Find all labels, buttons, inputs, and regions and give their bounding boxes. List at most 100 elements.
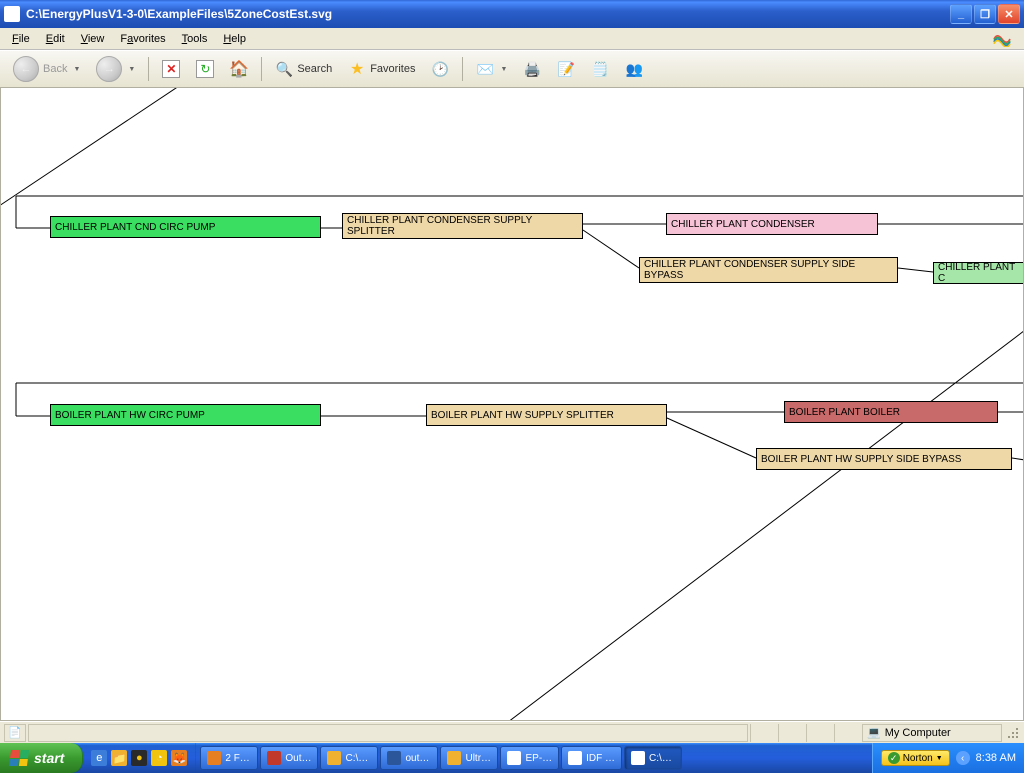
star-icon: ★ <box>348 60 366 78</box>
edit-icon: 📝 <box>557 60 575 78</box>
note-icon: 🗒️ <box>591 60 609 78</box>
home-button[interactable]: 🏠 <box>223 56 255 82</box>
menu-bar: File Edit View Favorites Tools Help <box>0 28 1024 50</box>
node-chiller-condenser: CHILLER PLANT CONDENSER <box>666 213 878 235</box>
node-boiler-splitter: BOILER PLANT HW SUPPLY SPLITTER <box>426 404 667 426</box>
stop-icon: ✕ <box>162 60 180 78</box>
folder-icon <box>327 751 341 765</box>
idf-icon <box>568 751 582 765</box>
messenger-icon: 👥 <box>625 60 643 78</box>
norton-label: Norton <box>903 753 933 764</box>
toolbar-separator <box>261 57 262 81</box>
edit-button[interactable]: 📝 <box>550 56 582 82</box>
node-boiler-bypass: BOILER PLANT HW SUPPLY SIDE BYPASS <box>756 448 1012 470</box>
print-icon: 🖨️ <box>523 60 541 78</box>
firefox-icon <box>207 751 221 765</box>
toolbar: ← Back ▼ → ▼ ✕ ↻ 🏠 🔍 Search ★ Favorites … <box>0 50 1024 88</box>
print-button[interactable]: 🖨️ <box>516 56 548 82</box>
menu-tools[interactable]: Tools <box>174 31 216 47</box>
task-ie-active[interactable]: C:\… <box>624 746 682 770</box>
status-zone-label: My Computer <box>885 727 951 739</box>
system-tray: ✓ Norton▼ ‹ 8:38 AM <box>872 743 1024 773</box>
task-word[interactable]: out… <box>380 746 438 770</box>
search-icon: 🔍 <box>275 60 293 78</box>
history-button[interactable]: 🕑 <box>424 56 456 82</box>
node-chiller-pump: CHILLER PLANT CND CIRC PUMP <box>50 216 321 238</box>
close-button[interactable]: ✕ <box>998 4 1020 24</box>
start-button[interactable]: start <box>0 743 83 773</box>
task-outlook[interactable]: Out… <box>260 746 318 770</box>
maximize-button[interactable]: ❐ <box>974 4 996 24</box>
menu-help[interactable]: Help <box>215 31 254 47</box>
nav-forward-button[interactable]: → ▼ <box>89 52 142 86</box>
norton-button[interactable]: ✓ Norton▼ <box>881 750 950 766</box>
ql-outlook-icon[interactable]: ◔ <box>151 750 167 766</box>
back-arrow-icon: ← <box>13 56 39 82</box>
menu-view[interactable]: View <box>73 31 113 47</box>
status-zone-pane: 💻 My Computer <box>862 724 1002 742</box>
search-button[interactable]: 🔍 Search <box>268 56 339 82</box>
favorites-label: Favorites <box>370 63 415 75</box>
ql-ie-icon[interactable]: e <box>91 750 107 766</box>
home-icon: 🏠 <box>230 60 248 78</box>
mail-icon: ✉️ <box>476 60 494 78</box>
ql-explorer-icon[interactable]: 📁 <box>111 750 127 766</box>
mail-button[interactable]: ✉️ ▼ <box>469 56 514 82</box>
quick-launch: e 📁 ● ◔ 🦊 <box>83 743 196 773</box>
node-boiler-pump: BOILER PLANT HW CIRC PUMP <box>50 404 321 426</box>
tray-clock[interactable]: 8:38 AM <box>976 752 1016 764</box>
back-label: Back <box>43 63 67 75</box>
status-text-pane <box>28 724 748 742</box>
menu-favorites[interactable]: Favorites <box>112 31 173 47</box>
editor-icon <box>447 751 461 765</box>
nav-back-button[interactable]: ← Back ▼ <box>6 52 87 86</box>
discuss-button[interactable]: 🗒️ <box>584 56 616 82</box>
task-firefox[interactable]: 2 F… <box>200 746 258 770</box>
window-title: C:\EnergyPlusV1-3-0\ExampleFiles\5ZoneCo… <box>26 7 950 21</box>
refresh-icon: ↻ <box>196 60 214 78</box>
toolbar-separator <box>148 57 149 81</box>
status-empty-cells <box>750 724 862 742</box>
start-label: start <box>34 750 64 766</box>
task-ep[interactable]: EP-… <box>500 746 559 770</box>
app-icon <box>4 6 20 22</box>
windows-flag-icon <box>9 750 29 766</box>
menu-edit[interactable]: Edit <box>38 31 73 47</box>
tray-hide-icon[interactable]: ‹ <box>956 751 970 765</box>
check-icon: ✓ <box>888 752 900 764</box>
task-buttons: 2 F… Out… C:\… out… Ultr… EP-… IDF … C:\… <box>196 746 871 770</box>
pdf-icon <box>267 751 281 765</box>
minimize-button[interactable]: _ <box>950 4 972 24</box>
forward-dropdown-icon: ▼ <box>128 66 135 73</box>
task-explorer[interactable]: C:\… <box>320 746 378 770</box>
node-chiller-splitter: CHILLER PLANT CONDENSER SUPPLY SPLITTER <box>342 213 583 239</box>
document-viewport[interactable]: CHILLER PLANT CND CIRC PUMP CHILLER PLAN… <box>0 88 1024 721</box>
node-chiller-partial: CHILLER PLANT C <box>933 262 1024 284</box>
task-idf[interactable]: IDF … <box>561 746 622 770</box>
forward-arrow-icon: → <box>96 56 122 82</box>
search-label: Search <box>297 63 332 75</box>
word-icon <box>387 751 401 765</box>
favorites-button[interactable]: ★ Favorites <box>341 56 422 82</box>
status-page-icon: 📄 <box>4 724 26 742</box>
menu-file[interactable]: File <box>4 31 38 47</box>
node-chiller-bypass: CHILLER PLANT CONDENSER SUPPLY SIDE BYPA… <box>639 257 898 283</box>
status-bar: 📄 💻 My Computer <box>0 721 1024 743</box>
ql-firefox-icon[interactable]: 🦊 <box>171 750 187 766</box>
node-boiler-boiler: BOILER PLANT BOILER <box>784 401 998 423</box>
messenger-button[interactable]: 👥 <box>618 56 650 82</box>
refresh-button[interactable]: ↻ <box>189 56 221 82</box>
ep-icon <box>507 751 521 765</box>
stop-button[interactable]: ✕ <box>155 56 187 82</box>
my-computer-icon: 💻 <box>867 726 881 739</box>
back-dropdown-icon: ▼ <box>73 66 80 73</box>
history-icon: 🕑 <box>431 60 449 78</box>
ie-icon <box>631 751 645 765</box>
resize-grip[interactable] <box>1004 726 1020 740</box>
taskbar: start e 📁 ● ◔ 🦊 2 F… Out… C:\… out… Ultr… <box>0 743 1024 773</box>
toolbar-separator <box>462 57 463 81</box>
mail-dropdown-icon: ▼ <box>500 66 507 73</box>
title-bar: C:\EnergyPlusV1-3-0\ExampleFiles\5ZoneCo… <box>0 0 1024 28</box>
task-ultraedit[interactable]: Ultr… <box>440 746 498 770</box>
ql-app-icon[interactable]: ● <box>131 750 147 766</box>
